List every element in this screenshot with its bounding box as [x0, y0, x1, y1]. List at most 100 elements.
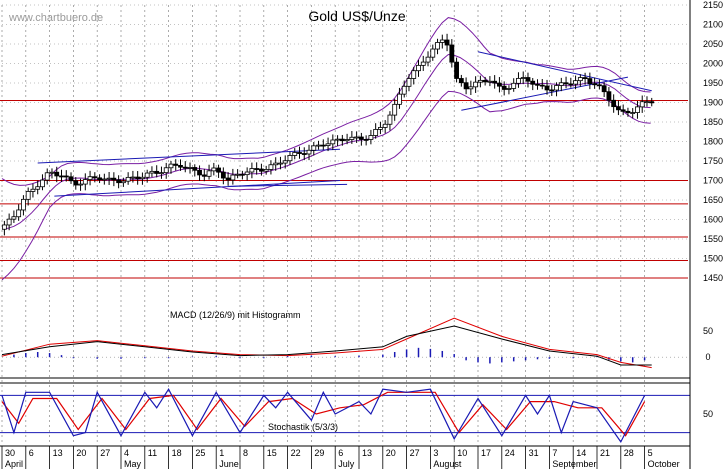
- candle-up: [349, 136, 355, 140]
- candle-up: [130, 176, 136, 179]
- candle-down: [54, 171, 60, 177]
- day-tick-label: 10: [457, 448, 467, 458]
- month-tick-label: October: [648, 459, 680, 469]
- day-tick-label: 17: [481, 448, 491, 458]
- candle-down: [68, 176, 74, 182]
- candle-down: [525, 77, 531, 82]
- candle-up: [163, 167, 169, 174]
- candle-down: [535, 83, 540, 86]
- candle-down: [135, 176, 141, 180]
- candle-up: [144, 172, 150, 178]
- candle-down: [587, 78, 593, 85]
- candle-down: [649, 101, 655, 104]
- candle-down: [92, 176, 98, 179]
- candle-down: [116, 179, 122, 184]
- candle-up: [554, 85, 559, 91]
- candle-up: [230, 174, 236, 181]
- candle-up: [273, 162, 279, 166]
- stochastic-label: Stochastik (5/3/3): [268, 422, 338, 432]
- candle-up: [49, 171, 55, 174]
- candle-down: [625, 110, 631, 114]
- candle-down: [173, 163, 179, 166]
- candle-up: [344, 139, 350, 142]
- candle-down: [178, 165, 183, 168]
- candle-down: [454, 61, 459, 79]
- price-tick-label: 1850: [703, 117, 723, 127]
- candle-up: [430, 48, 436, 58]
- candle-down: [601, 85, 607, 93]
- candle-up: [6, 218, 12, 226]
- candle-down: [225, 177, 231, 181]
- day-tick-label: 18: [172, 448, 182, 458]
- price-tick-label: 1650: [703, 195, 723, 205]
- candle-down: [154, 170, 160, 174]
- candle-down: [582, 77, 588, 79]
- candle-up: [416, 64, 421, 72]
- day-tick-label: 5: [648, 448, 653, 458]
- price-tick-label: 1600: [703, 215, 723, 225]
- candle-down: [59, 175, 64, 178]
- candle-up: [397, 93, 402, 105]
- candle-up: [516, 77, 521, 84]
- candle-up: [25, 191, 31, 200]
- candle-up: [306, 149, 312, 155]
- day-tick-label: 4: [124, 448, 129, 458]
- candle-up: [292, 152, 298, 156]
- month-tick-label: April: [5, 459, 23, 469]
- candle-down: [492, 80, 498, 84]
- watermark: www.chartbuero.de: [8, 12, 103, 24]
- candle-up: [268, 164, 274, 170]
- candle-up: [573, 80, 578, 85]
- day-tick-label: 6: [29, 448, 34, 458]
- candle-up: [21, 198, 26, 211]
- candle-down: [239, 173, 245, 176]
- candle-up: [635, 106, 640, 113]
- candle-up: [401, 85, 407, 95]
- candle-down: [111, 177, 117, 181]
- price-tick-label: 1450: [703, 273, 723, 283]
- candle-down: [73, 180, 79, 186]
- candle-up: [82, 179, 88, 185]
- candle-down: [596, 84, 602, 87]
- candle-down: [297, 152, 302, 154]
- month-tick-label: September: [552, 459, 596, 469]
- candle-up: [159, 172, 164, 175]
- price-tick-label: 1500: [703, 254, 723, 264]
- candle-up: [392, 103, 398, 116]
- candle-down: [544, 85, 550, 91]
- candle-up: [30, 188, 36, 192]
- candle-down: [444, 39, 450, 46]
- candle-down: [458, 78, 464, 84]
- day-tick-label: 27: [410, 448, 420, 458]
- candle-up: [244, 171, 250, 176]
- day-tick-label: 29: [314, 448, 324, 458]
- candle-up: [520, 77, 526, 79]
- candle-up: [263, 169, 269, 172]
- candle-down: [220, 171, 226, 179]
- candle-up: [11, 216, 17, 220]
- stochastic-tick-label: 50: [703, 409, 713, 419]
- candle-up: [235, 173, 241, 176]
- candle-down: [563, 82, 569, 85]
- price-tick-label: 2000: [703, 59, 723, 69]
- candle-up: [40, 179, 45, 188]
- day-tick-label: 25: [195, 448, 205, 458]
- candle-down: [63, 175, 69, 178]
- candle-down: [539, 84, 545, 87]
- candle-up: [282, 160, 288, 164]
- candle-up: [639, 101, 645, 108]
- macd-tick-label: 0: [705, 352, 710, 362]
- candle-down: [530, 80, 536, 85]
- candle-up: [44, 172, 50, 181]
- candle-up: [630, 112, 636, 114]
- candle-up: [420, 61, 426, 66]
- candle-down: [549, 89, 555, 92]
- candle-up: [411, 70, 417, 79]
- candle-up: [1, 224, 7, 230]
- candle-up: [577, 77, 583, 82]
- day-tick-label: 6: [338, 448, 343, 458]
- candle-up: [206, 170, 212, 177]
- candle-up: [125, 176, 131, 182]
- candle-down: [259, 168, 264, 172]
- candle-up: [511, 82, 517, 89]
